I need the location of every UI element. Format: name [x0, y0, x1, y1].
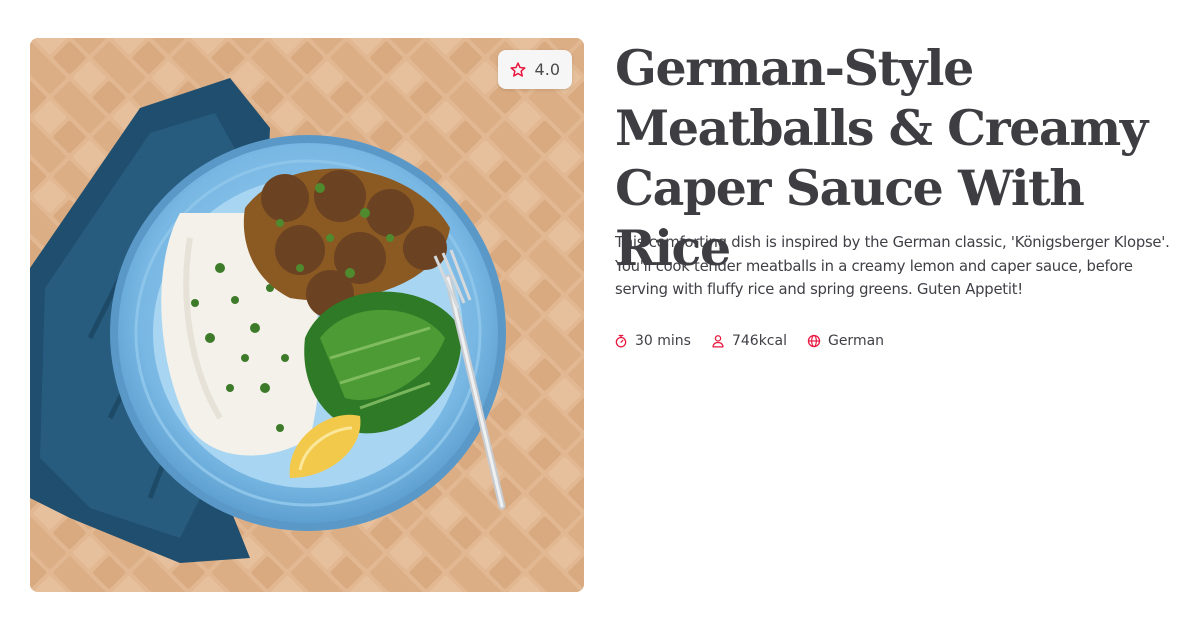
- meta-calories: 746kcal: [711, 333, 787, 349]
- rating-value: 4.0: [534, 60, 560, 79]
- globe-icon: [807, 334, 821, 348]
- rating-badge: 4.0: [497, 50, 572, 89]
- meta-calories-label: 746kcal: [731, 333, 787, 349]
- meta-cuisine-label: German: [827, 333, 885, 349]
- recipe-description: This comforting dish is inspired by the …: [615, 234, 1170, 298]
- star-outline-icon: [509, 61, 526, 77]
- recipe-meta: 30 mins 746kcal German: [614, 331, 884, 351]
- meta-time-label: 30 mins: [635, 333, 691, 349]
- recipe-image: 4.0: [30, 38, 584, 592]
- meta-time: 30 mins: [614, 333, 691, 349]
- person-icon: [712, 335, 724, 348]
- recipe-photo: [30, 38, 584, 592]
- meta-cuisine: German: [807, 333, 884, 349]
- stopwatch-icon: [615, 334, 627, 348]
